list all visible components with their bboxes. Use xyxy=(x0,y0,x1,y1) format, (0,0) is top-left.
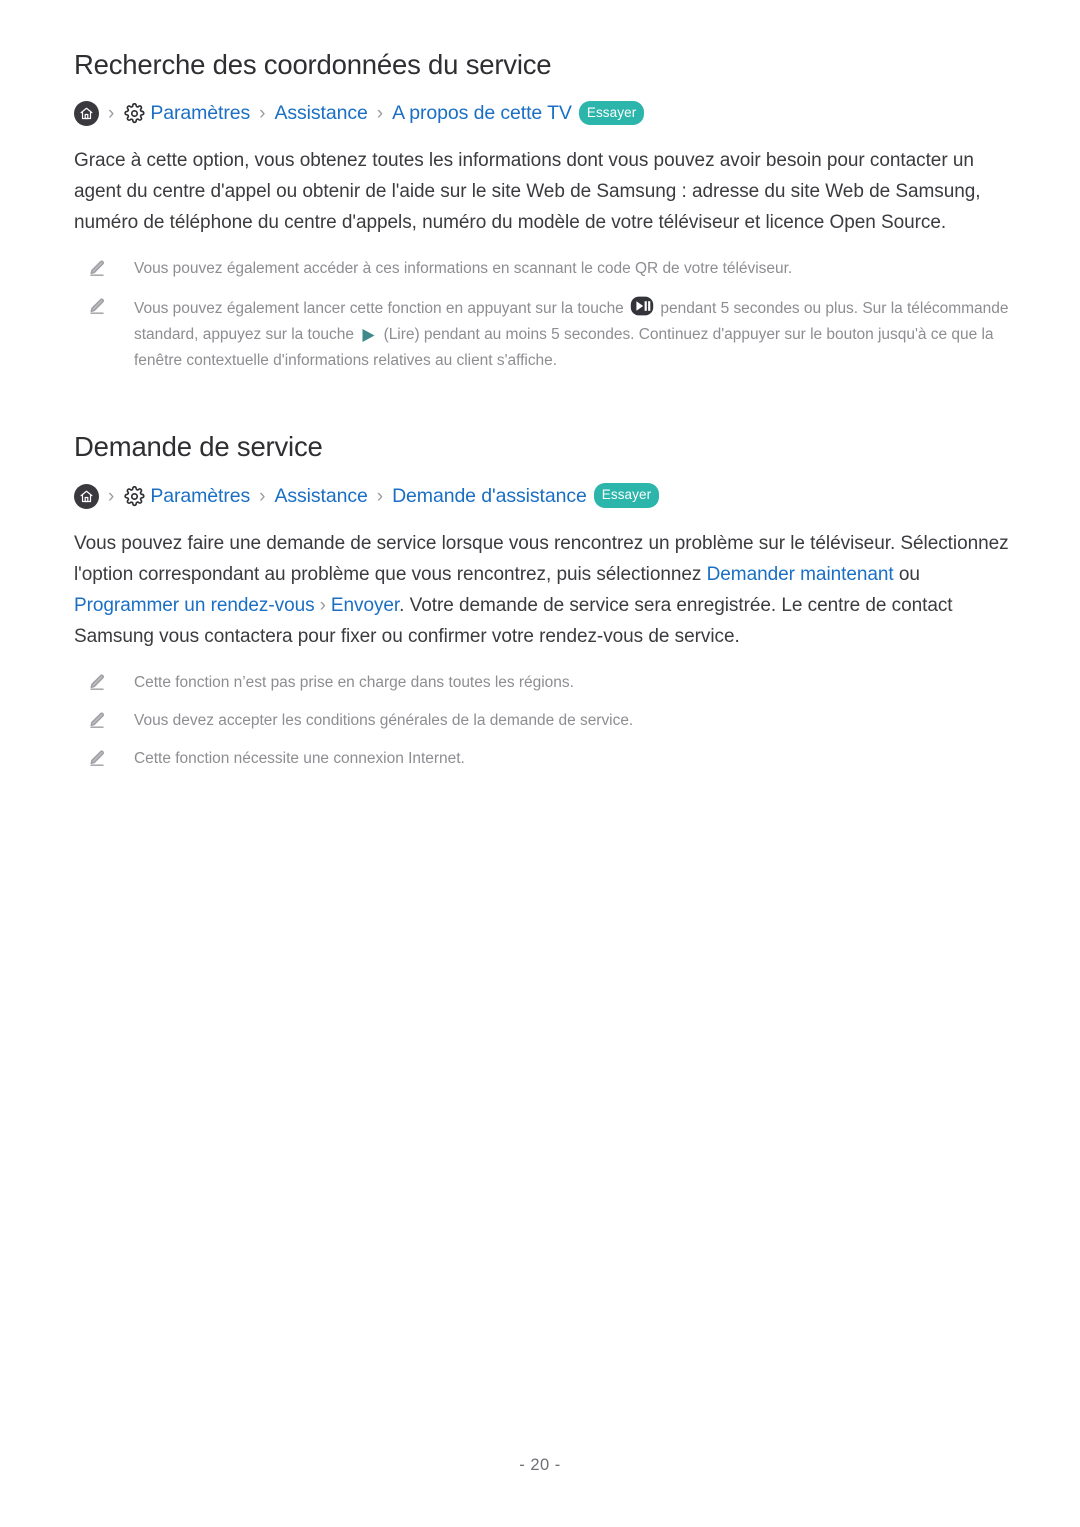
paragraph-connector: ou xyxy=(898,563,920,585)
notes-list: Vous pouvez également accéder à ces info… xyxy=(74,256,1018,374)
list-item: Vous pouvez également accéder à ces info… xyxy=(74,256,1018,282)
link-schedule-appointment[interactable]: Programmer un rendez-vous xyxy=(74,595,315,616)
paragraph-separator: › xyxy=(319,594,326,616)
notes-list: Cette fonction n’est pas prise en charge… xyxy=(74,670,1018,772)
pencil-icon xyxy=(88,711,106,729)
list-item: Vous pouvez également lancer cette fonct… xyxy=(74,294,1018,374)
breadcrumb-item-support[interactable]: Assistance xyxy=(274,104,367,124)
gear-icon[interactable] xyxy=(123,485,145,507)
note-text: Vous devez accepter les conditions génér… xyxy=(134,711,634,729)
breadcrumb-item-settings[interactable]: Paramètres xyxy=(150,104,250,124)
play-pause-button-icon xyxy=(630,294,654,318)
link-send[interactable]: Envoyer xyxy=(331,595,399,616)
home-icon[interactable] xyxy=(74,483,99,509)
breadcrumb: › Paramètres › Assistance › A propos de … xyxy=(74,100,1018,127)
breadcrumb-item-about-tv[interactable]: A propos de cette TV xyxy=(392,104,572,124)
page-number: - 20 - xyxy=(519,1456,561,1474)
note-text: Vous pouvez également lancer cette fonct… xyxy=(134,294,1018,374)
note-text-part1: Vous pouvez également lancer cette fonct… xyxy=(134,300,624,318)
list-item: Cette fonction nécessite une connexion I… xyxy=(74,746,1018,772)
note-text: Vous pouvez également accéder à ces info… xyxy=(134,260,793,278)
pencil-icon xyxy=(88,673,106,691)
play-button-icon xyxy=(360,327,377,344)
breadcrumb-separator: › xyxy=(259,103,266,125)
note-text: Cette fonction n’est pas prise en charge… xyxy=(134,673,574,691)
home-icon[interactable] xyxy=(74,101,99,127)
page-title: Demande de service xyxy=(74,431,323,463)
breadcrumb: › Paramètres › Assistance › Demande d'as… xyxy=(74,483,1018,509)
list-item: Cette fonction n’est pas prise en charge… xyxy=(74,670,1018,696)
list-item: Vous devez accepter les conditions génér… xyxy=(74,708,1018,734)
gear-icon[interactable] xyxy=(123,103,145,125)
breadcrumb-separator: › xyxy=(108,103,115,125)
section-paragraph: Grace à cette option, vous obtenez toute… xyxy=(74,150,981,234)
pencil-icon xyxy=(88,259,106,277)
pencil-icon xyxy=(88,297,106,315)
link-request-now[interactable]: Demander maintenant xyxy=(707,564,894,585)
manual-page: Recherche des coordonnées du service › P… xyxy=(0,0,1080,1527)
breadcrumb-separator: › xyxy=(259,485,266,507)
breadcrumb-item-service-request[interactable]: Demande d'assistance xyxy=(392,486,587,507)
breadcrumb-separator: › xyxy=(376,103,384,125)
breadcrumb-separator: › xyxy=(376,485,384,507)
breadcrumb-item-settings[interactable]: Paramètres xyxy=(150,486,250,507)
section-paragraph: Vous pouvez faire une demande de service… xyxy=(74,528,1018,652)
note-text: Cette fonction nécessite une connexion I… xyxy=(134,749,465,767)
page-title: Recherche des coordonnées du service xyxy=(74,49,552,80)
breadcrumb-separator: › xyxy=(108,485,115,507)
section-service-request: Demande de service › Paramètres › Assist… xyxy=(74,430,1018,771)
try-badge[interactable]: Essayer xyxy=(578,100,645,126)
try-badge[interactable]: Essayer xyxy=(593,483,660,508)
pencil-icon xyxy=(88,749,106,767)
section-service-contact: Recherche des coordonnées du service › P… xyxy=(74,48,1018,374)
breadcrumb-item-support[interactable]: Assistance xyxy=(274,486,367,507)
